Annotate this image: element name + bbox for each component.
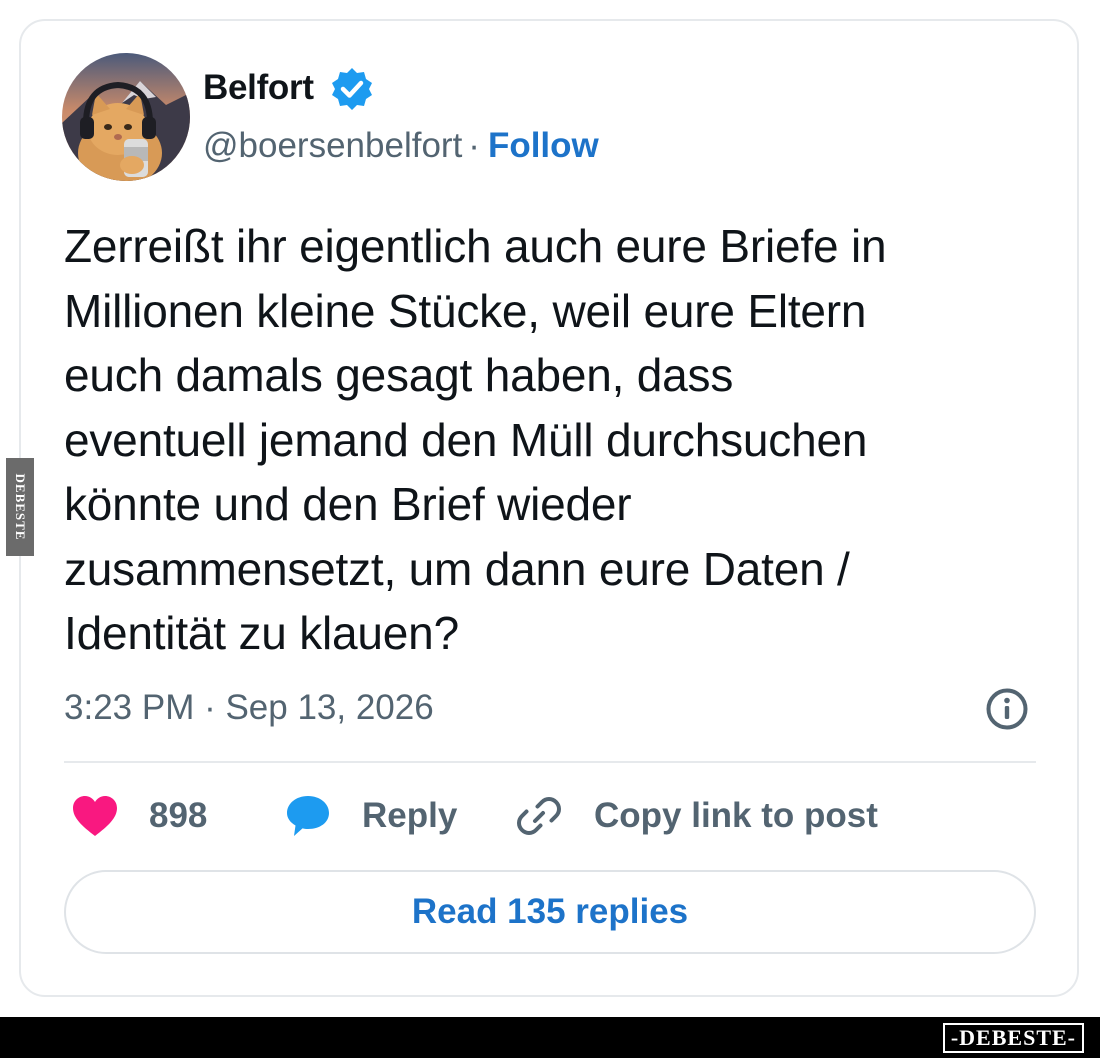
brand-watermark-logo: -DEBESTE- <box>942 1023 1084 1053</box>
like-count: 898 <box>149 796 208 835</box>
tweet-text-line: Identität zu klauen? <box>64 607 459 659</box>
handle-separator: · <box>468 126 480 165</box>
side-watermark: DEBESTE <box>6 458 34 556</box>
like-button[interactable]: 898 <box>70 790 207 842</box>
avatar[interactable] <box>62 53 190 181</box>
page: Belfort @boersenbelfort · Follow Zerreißt … <box>0 0 1100 1058</box>
tweet-text-line: zusammensetzt, um dann eure Daten / <box>64 542 850 595</box>
read-replies-button[interactable]: Read 135 replies <box>64 870 1036 954</box>
tweet-text-line: könnte und den Brief wieder <box>64 478 632 530</box>
info-icon[interactable] <box>984 686 1030 732</box>
tweet-text-line: Millionen kleine Stücke, weil eure Elter… <box>64 284 867 337</box>
side-watermark-text: DEBESTE <box>13 473 28 541</box>
bottom-watermark-bar: -DEBESTE- <box>0 1017 1100 1058</box>
heart-icon <box>73 796 117 836</box>
follow-button[interactable]: Follow <box>488 126 599 165</box>
reply-button[interactable]: Reply <box>284 790 457 842</box>
author-display-name[interactable]: Belfort <box>203 62 314 114</box>
link-icon <box>517 797 561 835</box>
author-handle-row: @boersenbelfort · Follow <box>203 120 599 172</box>
reply-label: Reply <box>362 796 458 835</box>
copy-link-button[interactable]: Copy link to post <box>515 790 878 842</box>
divider <box>64 761 1036 763</box>
verified-badge-icon <box>332 68 372 110</box>
tweet-timestamp[interactable]: 3:23 PM · Sep 13, 2026 <box>64 683 434 733</box>
tweet-text: Zerreißt ihr eigentlich auch eure Briefe… <box>64 214 1044 666</box>
tweet-text-line: eventuell jemand den Müll durchsuchen <box>64 413 868 466</box>
tweet-text-line: Zerreißt ihr eigentlich auch eure Briefe… <box>64 220 887 272</box>
speech-bubble-icon <box>287 796 329 836</box>
avatar-cat-image <box>62 53 190 181</box>
copy-link-label: Copy link to post <box>594 796 878 835</box>
tweet-text-line: euch damals gesagt haben, dass <box>64 349 734 401</box>
author-handle[interactable]: @boersenbelfort <box>203 126 462 165</box>
